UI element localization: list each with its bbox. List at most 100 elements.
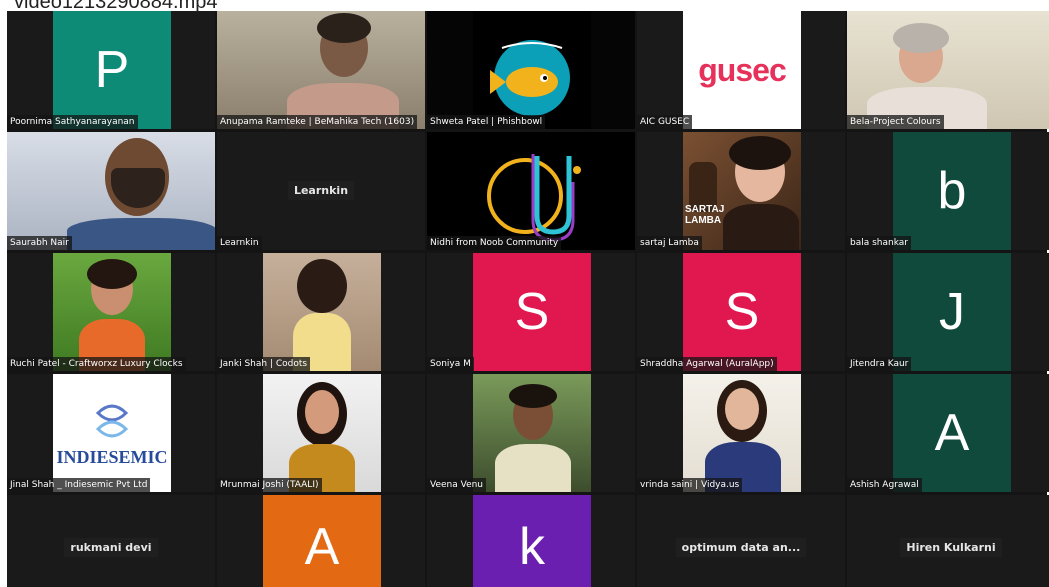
participant-tile[interactable]: SARTAJ LAMBA sartaj Lamba	[637, 132, 845, 250]
avatar-letter: A	[304, 518, 340, 576]
person-hair	[729, 136, 791, 170]
participant-name: Learnkin	[217, 236, 262, 250]
participant-name: Ashish Agrawal	[847, 478, 922, 492]
participant-name: Soniya M	[427, 357, 474, 371]
avatar: b	[893, 132, 1011, 250]
avatar-letter: S	[514, 283, 550, 341]
participant-tile[interactable]: k	[427, 495, 635, 587]
participant-name: Jitendra Kaur	[847, 357, 912, 371]
profile-image	[263, 374, 381, 492]
participant-tile[interactable]: Mrunmai Joshi (TAALI)	[217, 374, 425, 492]
gusec-logo-text: gusec	[698, 51, 786, 88]
participant-tile[interactable]: Bela-Project Colours	[847, 11, 1049, 129]
avatar: k	[473, 495, 591, 587]
participant-name: Nidhi from Noob Community	[427, 236, 562, 250]
avatar-letter: b	[937, 162, 967, 220]
video-feed	[217, 11, 425, 129]
indiesemic-icon	[95, 404, 129, 437]
avatar: J	[893, 253, 1011, 371]
person-body	[495, 444, 571, 492]
participant-tile[interactable]: optimum data an...	[637, 495, 845, 587]
participant-tile[interactable]: Anupama Ramteke | BeMahika Tech (1603)	[217, 11, 425, 129]
indiesemic-logo-text: INDIESEMIC	[56, 446, 168, 467]
participant-tile[interactable]: INDIESEMIC Jinal Shah _ Indiesemic Pvt L…	[7, 374, 215, 492]
participant-tile[interactable]: b bala shankar	[847, 132, 1049, 250]
participant-tile[interactable]: Nidhi from Noob Community	[427, 132, 635, 250]
person-hair	[893, 23, 949, 53]
avatar-letter: J	[939, 283, 965, 341]
gusec-logo: gusec	[683, 11, 801, 129]
participant-tile[interactable]: Veena Venu	[427, 374, 635, 492]
noob-community-logo	[473, 132, 591, 250]
profile-image: SARTAJ LAMBA	[683, 132, 801, 250]
phishbowl-logo	[473, 11, 591, 129]
participant-tile[interactable]: Saurabh Nair	[7, 132, 215, 250]
participant-tile[interactable]: P Poornima Sathyanarayanan	[7, 11, 215, 129]
participant-name: Anupama Ramteke | BeMahika Tech (1603)	[217, 115, 418, 129]
participant-name: Shweta Patel | Phishbowl	[427, 115, 546, 129]
participant-name: Ruchi Patel - Craftworxz Luxury Clocks	[7, 357, 186, 371]
profile-image	[263, 253, 381, 371]
participant-tile[interactable]: Janki Shah | Codots	[217, 253, 425, 371]
participant-name: Mrunmai Joshi (TAALI)	[217, 478, 322, 492]
profile-image	[53, 253, 171, 371]
participant-tile[interactable]: S Shraddha Agarwal (AuralApp)	[637, 253, 845, 371]
person-hair	[509, 384, 557, 408]
avatar: P	[53, 11, 171, 129]
participant-tile[interactable]: S Soniya M	[427, 253, 635, 371]
participant-name: Jinal Shah _ Indiesemic Pvt Ltd	[7, 478, 151, 492]
center-name-text: rukmani devi	[64, 538, 158, 557]
center-name-text: Hiren Kulkarni	[900, 538, 1002, 557]
participant-tile[interactable]: J Jitendra Kaur	[847, 253, 1049, 371]
participant-name: AIC GUSEC	[637, 115, 693, 129]
participant-name: Poornima Sathyanarayanan	[7, 115, 138, 129]
participant-tile[interactable]: rukmani devi	[7, 495, 215, 587]
participant-center-name: optimum data an...	[637, 538, 845, 557]
participant-name: Veena Venu	[427, 478, 487, 492]
video-feed	[7, 132, 215, 250]
participant-center-name: Learnkin	[217, 181, 425, 200]
participant-tile[interactable]: A	[217, 495, 425, 587]
participant-tile[interactable]: Ruchi Patel - Craftworxz Luxury Clocks	[7, 253, 215, 371]
person-hair	[87, 259, 137, 289]
participant-tile[interactable]: vrinda saini | Vidya.us	[637, 374, 845, 492]
indiesemic-logo: INDIESEMIC	[53, 374, 171, 492]
avatar: A	[263, 495, 381, 587]
avatar-letter: k	[519, 518, 545, 576]
video-feed	[847, 11, 1049, 129]
noob-community-icon	[487, 154, 581, 242]
fishbowl-icon	[490, 40, 570, 116]
participant-name: vrinda saini | Vidya.us	[637, 478, 743, 492]
participant-tile[interactable]: Hiren Kulkarni	[847, 495, 1049, 587]
person-body	[67, 218, 215, 250]
center-name-text: optimum data an...	[675, 538, 807, 557]
participant-name: Saurabh Nair	[7, 236, 72, 250]
participant-name: Janki Shah | Codots	[217, 357, 311, 371]
avatar-letter: S	[724, 283, 760, 341]
participant-tile[interactable]: gusec AIC GUSEC	[637, 11, 845, 129]
person-head	[725, 388, 759, 430]
avatar: A	[893, 374, 1011, 492]
person-head	[305, 390, 339, 434]
participant-center-name: rukmani devi	[7, 538, 215, 557]
video-title: video1213290884.mp4	[14, 0, 218, 13]
sartaj-logo-text: SARTAJ LAMBA	[685, 204, 725, 226]
participant-tile[interactable]: A Ashish Agrawal	[847, 374, 1049, 492]
participant-name: Bela-Project Colours	[847, 115, 944, 129]
participant-tile[interactable]: Learnkin Learnkin	[217, 132, 425, 250]
avatar-letter: P	[94, 41, 130, 99]
profile-image	[683, 374, 801, 492]
profile-image	[473, 374, 591, 492]
participant-center-name: Hiren Kulkarni	[847, 538, 1049, 557]
person-hair	[317, 13, 371, 43]
avatar: S	[473, 253, 591, 371]
participant-name: bala shankar	[847, 236, 911, 250]
center-name-text: Learnkin	[287, 181, 355, 200]
participant-name: sartaj Lamba	[637, 236, 702, 250]
participant-tile[interactable]: Shweta Patel | Phishbowl	[427, 11, 635, 129]
participant-grid: P Poornima Sathyanarayanan Anupama Ramte…	[7, 11, 1049, 587]
avatar: S	[683, 253, 801, 371]
participant-name: Shraddha Agarwal (AuralApp)	[637, 357, 777, 371]
person-hair	[297, 259, 347, 313]
avatar-letter: A	[934, 404, 970, 462]
